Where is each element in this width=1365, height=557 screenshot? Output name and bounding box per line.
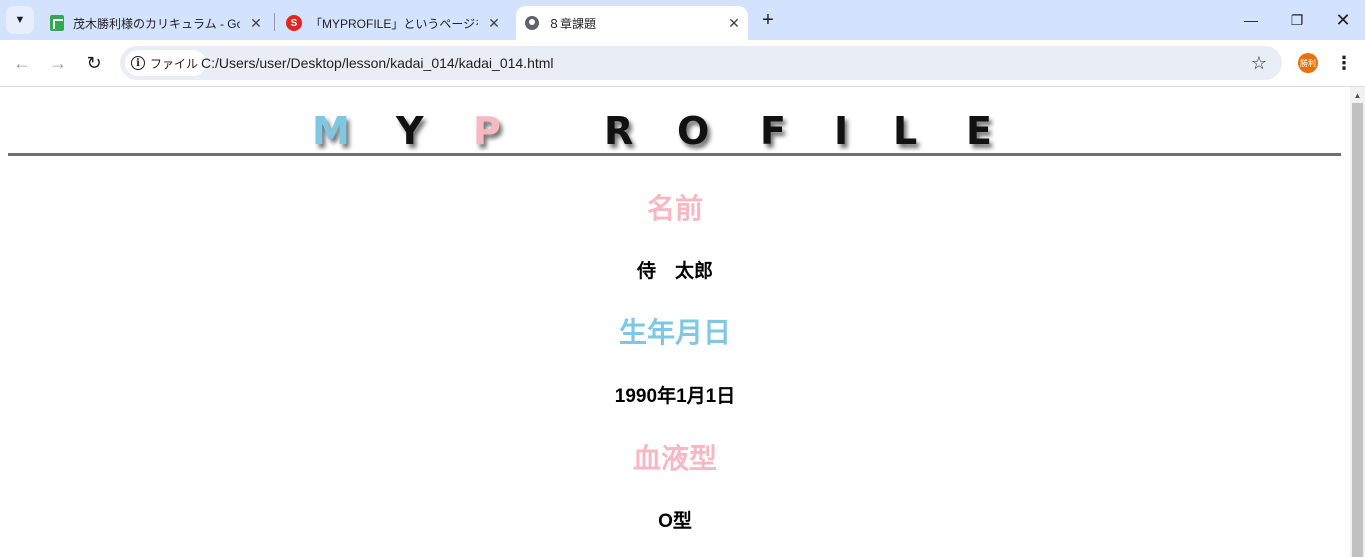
info-icon: i [131,56,145,70]
bookmark-star-icon[interactable]: ☆ [1247,51,1271,75]
birthday-heading: 生年月日 [618,317,731,348]
logo-letter: L [893,109,918,153]
logo-letter: Y [396,109,424,153]
tab-title: 茂木勝利様のカリキュラム - Googl [73,16,240,31]
restore-icon[interactable]: ❐ [1274,6,1320,34]
address-bar[interactable]: i ファイル C:/Users/user/Desktop/lesson/kada… [120,46,1282,80]
scroll-thumb[interactable] [1352,103,1363,557]
close-icon[interactable]: ✕ [724,13,744,33]
logo-letter: I [834,109,849,153]
site-info-chip[interactable]: i ファイル [125,50,207,76]
url-text[interactable]: C:/Users/user/Desktop/lesson/kadai_014/k… [201,55,554,71]
tab-myprofile-task[interactable]: S 「MYPROFILE」というページを作成し ✕ [278,6,508,40]
logo-letter: R [604,109,634,153]
blood-type-value: O型 [658,511,692,532]
page-header: M Y P R O F I L E [8,87,1341,156]
tab-curriculum[interactable]: 茂木勝利様のカリキュラム - Googl ✕ [40,6,270,40]
site-info-label: ファイル [150,56,199,71]
tab-title: ８章課題 [548,16,597,31]
logo-letter: M [312,109,350,153]
page-viewport: M Y P R O F I L E 名前 侍 太郎 生年月日 1990年1月1日… [0,87,1350,557]
myprofile-logo: M Y P R O F I L E [8,87,1341,153]
window-close-icon[interactable]: ✕ [1320,6,1365,34]
vertical-scrollbar[interactable]: ▲ [1350,87,1365,557]
forward-arrow-icon[interactable]: → [43,48,73,78]
logo-letter: F [760,109,786,153]
samurai-icon: S [286,15,302,31]
tab-active[interactable]: ８章課題 ✕ [516,6,748,40]
name-heading: 名前 [646,193,703,224]
tab-title: 「MYPROFILE」というページを作成し [310,16,478,31]
sheets-icon [49,15,65,31]
birthday-value: 1990年1月1日 [614,386,736,407]
new-tab-icon[interactable]: + [756,8,780,32]
logo-letter: P [473,109,501,153]
profile-avatar[interactable]: 勝利 [1298,53,1318,73]
back-arrow-icon[interactable]: ← [7,48,37,78]
reload-icon[interactable]: ↻ [79,48,109,78]
close-icon[interactable]: ✕ [246,13,266,33]
name-value: 侍 太郎 [636,261,713,282]
tab-divider [274,13,275,31]
scroll-up-arrow-icon[interactable]: ▲ [1350,89,1365,101]
logo-letter: O [677,109,710,153]
tab-search-icon[interactable]: ▼ [6,6,34,34]
more-menu-icon[interactable]: ⋮ [1334,52,1354,74]
globe-icon [524,15,540,31]
logo-letter: E [966,109,992,153]
browser-toolbar: ← → ↻ i ファイル C:/Users/user/Desktop/lesso… [0,40,1365,87]
tab-strip: ▼ 茂木勝利様のカリキュラム - Googl ✕ S 「MYPROFILE」とい… [0,0,1365,40]
close-icon[interactable]: ✕ [484,13,504,33]
minimize-icon[interactable]: — [1228,6,1274,34]
blood-type-heading: 血液型 [632,443,717,474]
